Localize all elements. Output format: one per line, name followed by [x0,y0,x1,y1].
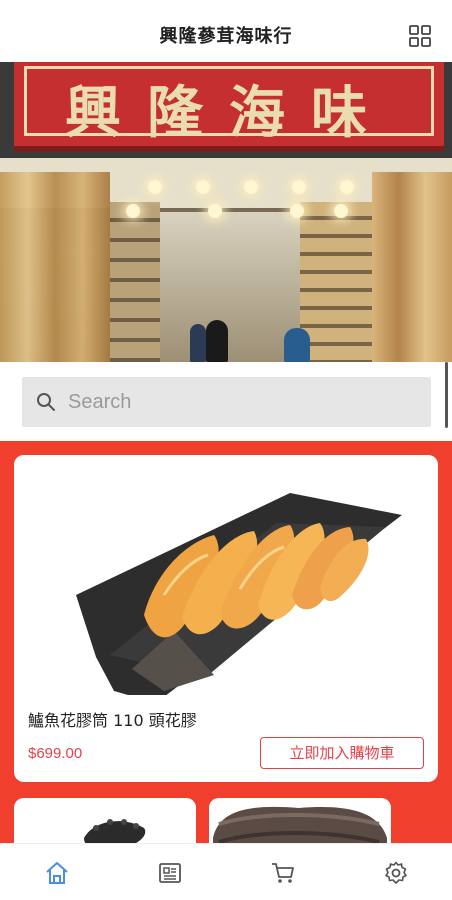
nav-home[interactable] [44,860,70,886]
shop-sign-text: 興隆海味 [65,80,393,146]
search-bar[interactable] [22,377,431,427]
product-card[interactable] [209,798,391,843]
article-icon [159,863,181,883]
page-title: 興隆蔘茸海味行 [159,26,293,47]
product-name: 鱸魚花膠筒 110 頭花膠 [28,711,197,730]
product-listing: 鱸魚花膠筒 110 頭花膠 $699.00 立即加入購物車 [0,441,452,843]
scroll-indicator[interactable] [445,362,448,428]
product-price: $699.00 [28,745,83,762]
product-image [209,798,391,843]
home-icon [46,862,68,884]
product-card[interactable]: 鱸魚花膠筒 110 頭花膠 $699.00 立即加入購物車 [14,455,438,782]
nav-articles[interactable] [157,860,183,886]
product-image [14,798,196,843]
shop-banner-image: 興隆海味 [0,62,452,362]
add-to-cart-button[interactable]: 立即加入購物車 [260,737,424,769]
app-header: 興隆蔘茸海味行 [0,0,452,62]
nav-cart[interactable] [270,860,296,886]
nav-settings[interactable] [383,860,409,886]
shop-sign: 興隆海味 [14,62,444,152]
grid-icon [409,25,431,47]
grid-menu-button[interactable] [408,24,432,48]
gear-icon [385,861,407,884]
product-card[interactable] [14,798,196,843]
search-input[interactable] [68,377,418,427]
product-image [14,455,438,695]
bottom-navigation [0,843,452,900]
cart-icon [272,863,294,883]
search-icon [37,393,55,411]
